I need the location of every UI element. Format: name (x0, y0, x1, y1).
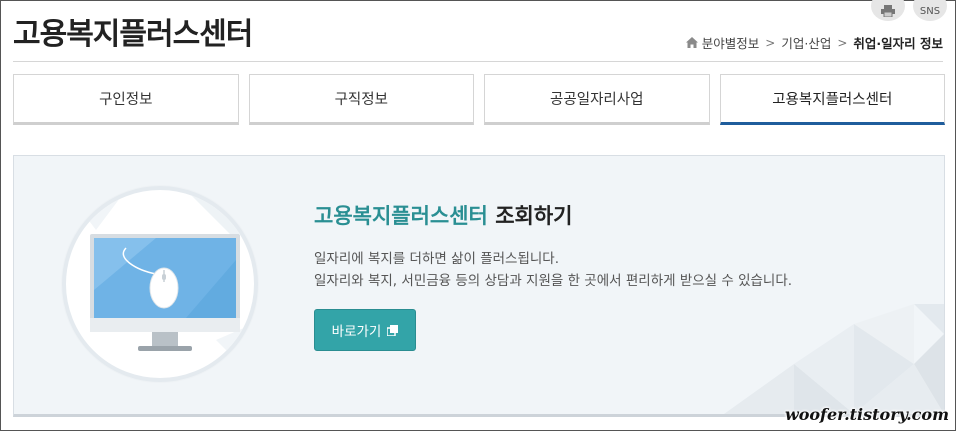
breadcrumb: 분야별정보 > 기업·산업 > 취업·일자리 정보 (685, 33, 943, 52)
tab-public-jobs[interactable]: 공공일자리사업 (484, 74, 710, 125)
tab-bar: 구인정보 구직정보 공공일자리사업 고용복지플러스센터 (13, 74, 945, 125)
top-icons: SNS (871, 0, 947, 21)
page-title: 고용복지플러스센터 (13, 17, 253, 52)
panel-title-rest: 조회하기 (487, 204, 573, 228)
new-window-icon (387, 324, 399, 336)
breadcrumb-separator: > (765, 35, 776, 50)
tab-employment-welfare-center[interactable]: 고용복지플러스센터 (719, 74, 945, 125)
watermark: woofer.tistory.com (784, 405, 949, 424)
monitor-mouse-icon (66, 190, 254, 378)
breadcrumb-item-current: 취업·일자리 정보 (853, 36, 943, 51)
breadcrumb-item-field-info[interactable]: 분야별정보 (702, 33, 760, 52)
panel-description: 일자리에 복지를 더하면 삶이 플러스됩니다. 일자리와 복지, 서민금융 등의… (314, 248, 792, 292)
title-divider (13, 61, 943, 62)
sns-button[interactable]: SNS (913, 0, 947, 21)
breadcrumb-item-business[interactable]: 기업·산업 (781, 33, 831, 52)
tab-job-offers[interactable]: 구인정보 (13, 74, 239, 125)
center-lookup-panel: 고용복지플러스센터 조회하기 일자리에 복지를 더하면 삶이 플러스됩니다. 일… (13, 155, 945, 417)
print-icon (881, 5, 895, 17)
sns-label: SNS (919, 6, 941, 17)
go-shortcut-button[interactable]: 바로가기 (314, 309, 416, 351)
tab-job-seekers[interactable]: 구직정보 (248, 74, 474, 125)
print-button[interactable] (871, 0, 905, 21)
panel-title-accent: 고용복지플러스센터 (314, 204, 488, 228)
home-icon[interactable] (685, 37, 698, 48)
breadcrumb-separator: > (837, 35, 848, 50)
panel-description-line-1: 일자리에 복지를 더하면 삶이 플러스됩니다. (314, 251, 560, 267)
panel-description-line-2: 일자리와 복지, 서민금융 등의 상담과 지원을 한 곳에서 편리하게 받으실 … (314, 273, 793, 289)
panel-title: 고용복지플러스센터 조회하기 (314, 200, 572, 230)
go-button-label: 바로가기 (331, 324, 382, 340)
triangle-pattern-decoration (724, 304, 944, 414)
monitor-illustration (62, 186, 258, 382)
